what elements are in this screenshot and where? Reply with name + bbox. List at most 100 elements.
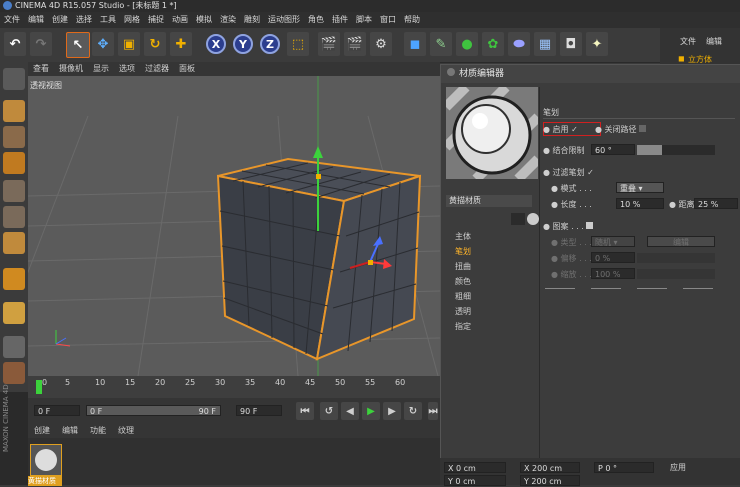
material-editor-titlebar[interactable]: 材质编辑器	[441, 65, 740, 83]
channel-transparency[interactable]: 透明	[455, 306, 471, 317]
cube-icon[interactable]: ◼	[404, 32, 426, 56]
z-axis-button[interactable]: Z	[260, 34, 280, 54]
filter-stroke-row[interactable]: ● 过滤笔划 ✓	[543, 167, 594, 178]
render-view-icon[interactable]: 🎬	[318, 32, 340, 56]
coord-y-size[interactable]: Y 200 cm	[520, 475, 580, 486]
coord-x-position[interactable]: X 0 cm	[444, 462, 506, 473]
channel-stroke[interactable]: 笔划	[455, 246, 471, 257]
menu-tools[interactable]: 工具	[96, 12, 120, 28]
material-menu-function[interactable]: 功能	[84, 424, 112, 438]
menu-mesh[interactable]: 网格	[120, 12, 144, 28]
material-name-field[interactable]: 黄描材质	[446, 195, 532, 207]
coordinate-system-icon[interactable]: ⬚	[287, 32, 309, 56]
menu-edit[interactable]: 编辑	[24, 12, 48, 28]
view-menu-filter[interactable]: 过滤器	[140, 62, 174, 76]
material-menu-edit[interactable]: 编辑	[56, 424, 84, 438]
material-menu-create[interactable]: 创建	[28, 424, 56, 438]
channel-color[interactable]: 颜色	[455, 276, 471, 287]
redo-icon[interactable]: ↷	[30, 32, 52, 56]
menu-snap[interactable]: 捕捉	[144, 12, 168, 28]
edges-mode-icon[interactable]	[3, 206, 25, 228]
points-mode-icon[interactable]	[3, 180, 25, 202]
next-key-icon[interactable]: ↻	[404, 402, 422, 420]
move-handle-y-arrow[interactable]	[313, 146, 323, 158]
deformer-icon[interactable]: ⬬	[508, 32, 530, 56]
close-path-checkbox[interactable]	[639, 125, 647, 132]
render-settings-icon[interactable]: ⚙	[370, 32, 392, 56]
material-menu-texture[interactable]: 纹理	[112, 424, 140, 438]
material-thumbnail[interactable]	[30, 444, 62, 476]
y-axis-button[interactable]: Y	[233, 34, 253, 54]
view-menu-camera[interactable]: 摄像机	[54, 62, 88, 76]
close-path-row[interactable]: ● 关闭路径	[595, 124, 647, 135]
menu-plugins[interactable]: 插件	[328, 12, 352, 28]
scale-slider[interactable]	[637, 269, 715, 279]
channel-basic[interactable]: 主体	[455, 231, 471, 242]
channel-thickness[interactable]: 粗细	[455, 291, 471, 302]
picker-icon[interactable]	[527, 213, 539, 225]
next-frame-icon[interactable]: ▶	[383, 402, 401, 420]
menu-render[interactable]: 渲染	[216, 12, 240, 28]
enable-checkbox[interactable]: ✓	[571, 125, 578, 134]
coord-y-position[interactable]: Y 0 cm	[444, 475, 506, 486]
menu-file[interactable]: 文件	[0, 12, 24, 28]
select-arrow-icon[interactable]: ↖	[66, 32, 90, 58]
floor-icon[interactable]: ▦	[534, 32, 556, 56]
offset-field[interactable]: 0 %	[591, 252, 635, 263]
channel-assign[interactable]: 指定	[455, 321, 471, 332]
timeline-ruler[interactable]: 0 5 10 15 20 25 30 35 40 45 50 55 60	[28, 376, 440, 398]
menu-window[interactable]: 窗口	[376, 12, 400, 28]
menu-help[interactable]: 帮助	[400, 12, 424, 28]
scale-icon[interactable]: ▣	[118, 32, 140, 56]
render-picture-viewer-icon[interactable]: 🎬	[344, 32, 366, 56]
merge-angle-field[interactable]: 60 °	[591, 144, 635, 155]
menu-character[interactable]: 角色	[304, 12, 328, 28]
view-menu-view[interactable]: 查看	[28, 62, 54, 76]
material-dropdown[interactable]	[511, 213, 525, 225]
move-icon[interactable]: ✥	[92, 32, 114, 56]
camera-icon[interactable]: ◘	[560, 32, 582, 56]
offset-slider[interactable]	[637, 253, 715, 263]
perspective-viewport[interactable]: 透视视图	[28, 76, 440, 376]
end-frame-field[interactable]: 90 F	[236, 405, 282, 416]
rotate-icon[interactable]: ↻	[144, 32, 166, 56]
go-to-start-icon[interactable]: ⏮	[296, 402, 314, 420]
view-menu-display[interactable]: 显示	[88, 62, 114, 76]
start-frame-field[interactable]: 0 F	[34, 405, 80, 416]
add-icon[interactable]: ✚	[170, 32, 192, 56]
coord-p-rotation[interactable]: P 0 °	[594, 462, 654, 473]
view-menu-options[interactable]: 选项	[114, 62, 140, 76]
x-axis-button[interactable]: X	[206, 34, 226, 54]
cloner-icon[interactable]: ✿	[482, 32, 504, 56]
view-menu-panel[interactable]: 面板	[174, 62, 200, 76]
pattern-row[interactable]: ● 图案 . . .	[543, 221, 594, 232]
subdivision-icon[interactable]: ●	[456, 32, 478, 56]
menu-simulate[interactable]: 模拟	[192, 12, 216, 28]
menu-sculpt[interactable]: 雕刻	[240, 12, 264, 28]
menu-select[interactable]: 选择	[72, 12, 96, 28]
model-mode-icon[interactable]	[3, 100, 25, 122]
menu-create[interactable]: 创建	[48, 12, 72, 28]
undo-icon[interactable]: ↶	[4, 32, 26, 56]
snap-icon[interactable]	[3, 302, 25, 324]
enable-row[interactable]: ● 启用 ✓	[543, 124, 578, 135]
spline-pen-icon[interactable]: ✎	[430, 32, 452, 56]
light-icon[interactable]: ✦	[586, 32, 608, 56]
type-dropdown[interactable]: 随机 ▾	[591, 236, 635, 247]
object-manager-edit-menu[interactable]: 编辑	[706, 36, 722, 47]
workplane-icon[interactable]	[3, 152, 25, 174]
menu-script[interactable]: 脚本	[352, 12, 376, 28]
play-icon[interactable]: ▶	[362, 402, 380, 420]
polygons-mode-icon[interactable]	[3, 232, 25, 254]
previous-frame-icon[interactable]: ◀	[341, 402, 359, 420]
go-to-end-icon[interactable]: ⏭	[428, 402, 438, 420]
lock-workplane-icon[interactable]	[3, 336, 25, 358]
merge-angle-slider[interactable]	[637, 145, 715, 155]
filter-stroke-checkbox[interactable]: ✓	[587, 168, 594, 177]
pattern-checkbox[interactable]	[586, 222, 594, 229]
edit-pattern-button[interactable]: 编辑	[647, 236, 715, 247]
object-manager-file-menu[interactable]: 文件	[680, 36, 696, 47]
texture-mode-icon[interactable]	[3, 126, 25, 148]
coord-x-size[interactable]: X 200 cm	[520, 462, 580, 473]
length-field[interactable]: 10 %	[616, 198, 664, 209]
